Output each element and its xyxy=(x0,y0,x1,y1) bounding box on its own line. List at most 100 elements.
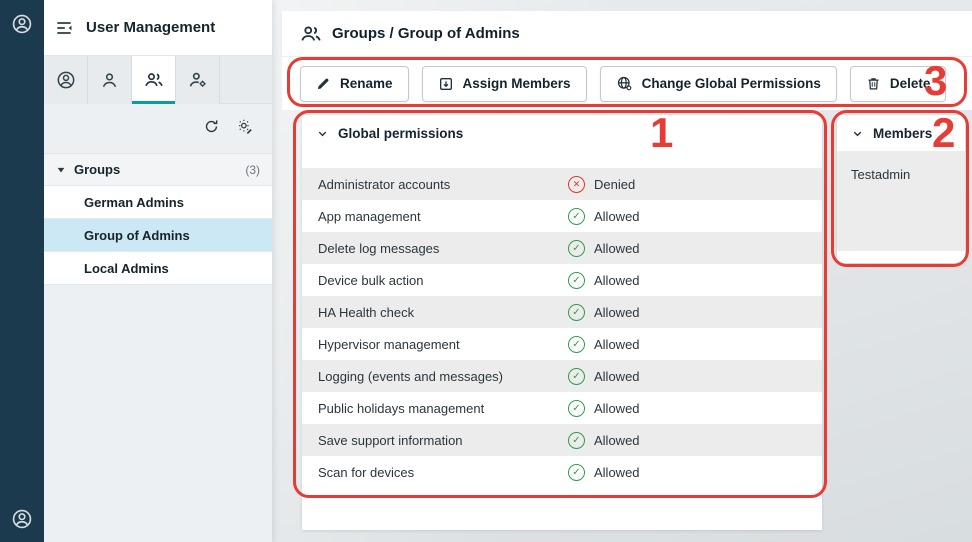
tree-item-group-of-admins[interactable]: Group of Admins xyxy=(44,219,272,252)
collapse-sidebar-icon[interactable] xyxy=(54,18,74,38)
tab-groups[interactable] xyxy=(132,56,176,104)
pencil-icon xyxy=(316,76,331,91)
tree-item-label: Local Admins xyxy=(84,261,169,276)
permission-status: Allowed xyxy=(568,336,640,353)
status-text: Allowed xyxy=(594,465,640,480)
tree-item-label: German Admins xyxy=(84,195,184,210)
rename-button[interactable]: Rename xyxy=(300,66,409,102)
allowed-icon xyxy=(568,336,585,353)
status-text: Denied xyxy=(594,177,635,192)
members-list: Testadmin xyxy=(837,151,965,251)
permission-label: Logging (events and messages) xyxy=(318,369,568,384)
allowed-icon xyxy=(568,272,585,289)
permission-label: Save support information xyxy=(318,433,568,448)
permission-status: Allowed xyxy=(568,464,640,481)
permission-status: Allowed xyxy=(568,432,640,449)
groups-tree: Groups (3) German Admins Group of Admins… xyxy=(44,153,272,285)
assign-members-label: Assign Members xyxy=(463,76,571,91)
trash-icon xyxy=(866,76,881,91)
groups-icon xyxy=(300,23,322,45)
person-badge-icon xyxy=(56,70,76,90)
status-text: Allowed xyxy=(594,401,640,416)
allowed-icon xyxy=(568,304,585,321)
sidebar-tabs xyxy=(44,56,272,104)
assign-members-icon xyxy=(438,76,454,92)
allowed-icon xyxy=(568,432,585,449)
change-global-permissions-label: Change Global Permissions xyxy=(642,76,821,91)
sidebar: User Management xyxy=(44,0,272,542)
permission-status: Allowed xyxy=(568,304,640,321)
permission-label: Hypervisor management xyxy=(318,337,568,352)
person-gear-icon xyxy=(188,70,208,90)
permissions-panel: Global permissions Administrator account… xyxy=(302,115,822,530)
permission-status: Allowed xyxy=(568,208,640,225)
account-circle-icon[interactable] xyxy=(11,13,33,35)
permission-row: Administrator accounts Denied xyxy=(302,168,822,200)
group-count-badge: (3) xyxy=(245,163,260,177)
person-icon xyxy=(100,71,119,90)
members-panel-title: Members xyxy=(873,126,932,141)
status-text: Allowed xyxy=(594,273,640,288)
permission-status: Allowed xyxy=(568,368,640,385)
permission-status: Denied xyxy=(568,176,635,193)
tree-item-label: Group of Admins xyxy=(84,228,190,243)
permission-label: Public holidays management xyxy=(318,401,568,416)
status-text: Allowed xyxy=(594,305,640,320)
tab-roles[interactable] xyxy=(176,56,220,104)
people-icon xyxy=(144,70,164,90)
allowed-icon xyxy=(568,368,585,385)
sidebar-actions xyxy=(44,104,272,148)
permission-row: Save support information Allowed xyxy=(302,424,822,456)
permission-status: Allowed xyxy=(568,240,640,257)
member-item[interactable]: Testadmin xyxy=(851,167,951,182)
sidebar-title: User Management xyxy=(86,19,215,36)
tree-item-local-admins[interactable]: Local Admins xyxy=(44,252,272,285)
change-global-permissions-button[interactable]: Change Global Permissions xyxy=(600,66,837,102)
denied-icon xyxy=(568,176,585,193)
tree-item-german-admins[interactable]: German Admins xyxy=(44,186,272,219)
caret-down-icon xyxy=(56,165,66,175)
status-text: Allowed xyxy=(594,433,640,448)
tree-group-header[interactable]: Groups (3) xyxy=(44,153,272,186)
delete-label: Delete xyxy=(890,76,931,91)
tree-root-label: Groups xyxy=(74,162,120,177)
tab-users[interactable] xyxy=(88,56,132,104)
permission-status: Allowed xyxy=(568,400,640,417)
permission-label: Administrator accounts xyxy=(318,177,568,192)
permission-row: Device bulk action Allowed xyxy=(302,264,822,296)
permission-row: Hypervisor management Allowed xyxy=(302,328,822,360)
delete-button[interactable]: Delete xyxy=(850,66,947,102)
allowed-icon xyxy=(568,400,585,417)
permission-label: Delete log messages xyxy=(318,241,568,256)
permission-row: HA Health check Allowed xyxy=(302,296,822,328)
permissions-panel-header[interactable]: Global permissions xyxy=(302,115,822,151)
permissions-panel-title: Global permissions xyxy=(338,126,463,141)
rename-label: Rename xyxy=(340,76,393,91)
members-panel-header[interactable]: Members xyxy=(837,115,965,151)
edit-settings-icon[interactable] xyxy=(236,117,254,135)
permission-row: Scan for devices Allowed xyxy=(302,456,822,488)
assign-members-button[interactable]: Assign Members xyxy=(422,66,587,102)
status-text: Allowed xyxy=(594,337,640,352)
allowed-icon xyxy=(568,208,585,225)
permission-status: Allowed xyxy=(568,272,640,289)
permission-label: App management xyxy=(318,209,568,224)
permissions-list: Administrator accounts Denied App manage… xyxy=(302,168,822,488)
status-text: Allowed xyxy=(594,241,640,256)
members-panel: Members Testadmin xyxy=(837,115,965,263)
chevron-down-icon xyxy=(316,127,329,140)
main-content: Groups / Group of Admins Rename Assign M… xyxy=(272,0,972,542)
chevron-down-icon xyxy=(851,127,864,140)
allowed-icon xyxy=(568,464,585,481)
app-rail xyxy=(0,0,44,542)
status-text: Allowed xyxy=(594,209,640,224)
toolbar: Rename Assign Members Change Global Perm… xyxy=(282,56,972,110)
permission-label: Scan for devices xyxy=(318,465,568,480)
profile-icon[interactable] xyxy=(11,508,33,530)
breadcrumb: Groups / Group of Admins xyxy=(332,25,520,42)
permission-row: Delete log messages Allowed xyxy=(302,232,822,264)
permission-row: Logging (events and messages) Allowed xyxy=(302,360,822,392)
status-text: Allowed xyxy=(594,369,640,384)
tab-user-accounts[interactable] xyxy=(44,56,88,104)
refresh-icon[interactable] xyxy=(203,118,220,135)
